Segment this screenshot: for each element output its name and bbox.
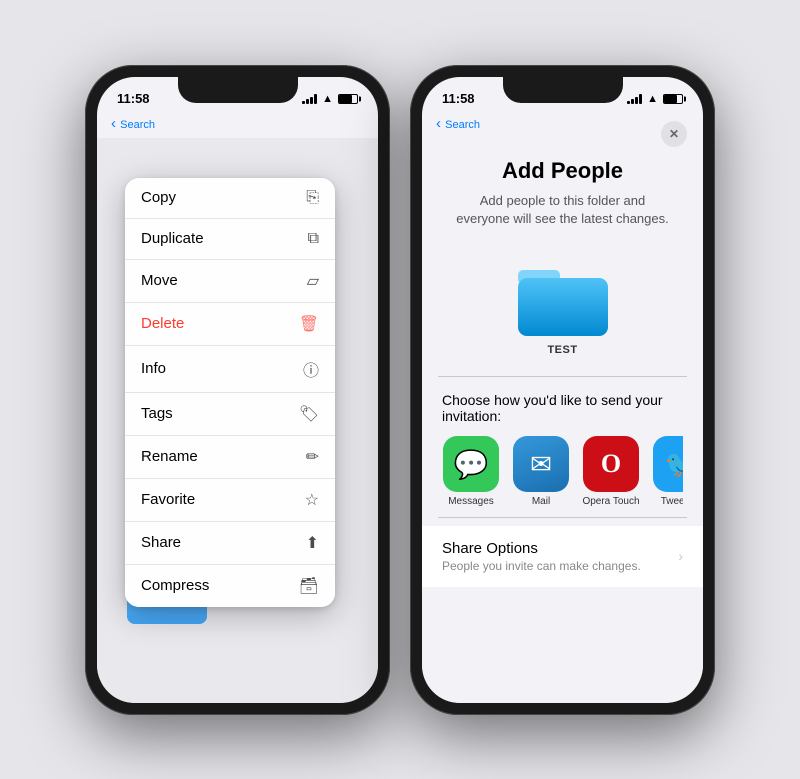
- share-prompt: Choose how you'd like to send your invit…: [442, 392, 683, 424]
- delete-icon: 🗑: [299, 314, 319, 334]
- menu-label-tags: Tags: [141, 405, 173, 422]
- signal-icon-left: [302, 94, 317, 104]
- opera-app-label: Opera Touch: [582, 496, 639, 507]
- favorite-icon: ☆: [305, 490, 319, 510]
- share-options-subtitle: People you invite can make changes.: [442, 559, 641, 573]
- menu-label-compress: Compress: [141, 577, 209, 594]
- nav-bar-left: Search: [97, 113, 378, 138]
- menu-label-delete: Delete: [141, 315, 184, 332]
- menu-item-move[interactable]: Move ▱: [125, 260, 335, 303]
- signal-icon-right: [627, 94, 642, 104]
- status-icons-left: ▲: [302, 93, 358, 105]
- menu-item-copy[interactable]: Copy ⎘: [125, 178, 335, 219]
- divider-2: [438, 517, 687, 518]
- add-people-title: Add People: [452, 158, 673, 184]
- copy-icon: ⎘: [306, 189, 319, 207]
- phones-container: 11:58 ▲ Search: [85, 65, 715, 715]
- status-time-right: 11:58: [442, 91, 475, 106]
- phone-left: 11:58 ▲ Search: [85, 65, 390, 715]
- share-app-messages[interactable]: 💬 Messages: [442, 436, 500, 507]
- duplicate-icon: ⧉: [308, 230, 319, 248]
- menu-label-rename: Rename: [141, 448, 198, 465]
- add-people-header: Add People Add people to this folder and…: [422, 138, 703, 244]
- wifi-icon-right: ▲: [647, 93, 658, 105]
- context-menu: Copy ⎘ Duplicate ⧉ Move ▱ Delete 🗑: [125, 178, 335, 607]
- notch-left: [178, 77, 298, 103]
- tweetbot-app-label: Tweetbot: [661, 496, 683, 507]
- mail-app-label: Mail: [532, 496, 550, 507]
- phone-right: 11:58 ▲ Search ✕: [410, 65, 715, 715]
- menu-item-favorite[interactable]: Favorite ☆: [125, 479, 335, 522]
- add-people-screen: Add People Add people to this folder and…: [422, 138, 703, 703]
- menu-label-duplicate: Duplicate: [141, 230, 204, 247]
- tags-icon: 🏷: [299, 404, 319, 424]
- menu-label-share: Share: [141, 534, 181, 551]
- left-screen-content: Copy ⎘ Duplicate ⧉ Move ▱ Delete 🗑: [97, 138, 378, 703]
- chevron-right-icon: ›: [678, 548, 683, 564]
- menu-item-compress[interactable]: Compress 🗃: [125, 565, 335, 607]
- menu-item-rename[interactable]: Rename ✏: [125, 436, 335, 479]
- opera-icon-glyph: O: [601, 449, 621, 479]
- menu-item-tags[interactable]: Tags 🏷: [125, 393, 335, 436]
- messages-app-icon: 💬: [443, 436, 499, 492]
- share-app-mail[interactable]: ✉ Mail: [512, 436, 570, 507]
- battery-icon-right: [663, 94, 683, 104]
- menu-item-duplicate[interactable]: Duplicate ⧉: [125, 219, 335, 260]
- nav-back-left[interactable]: Search: [111, 115, 155, 132]
- menu-item-info[interactable]: Info ⓘ: [125, 346, 335, 393]
- menu-label-info: Info: [141, 360, 166, 377]
- close-icon: ✕: [669, 127, 679, 141]
- nav-back-right[interactable]: Search: [436, 115, 480, 132]
- test-folder-icon: [518, 260, 608, 336]
- messages-icon-glyph: 💬: [454, 448, 489, 481]
- folder-display: TEST: [422, 244, 703, 376]
- move-icon: ▱: [307, 271, 319, 291]
- share-options-title: Share Options: [442, 540, 641, 557]
- add-people-subtitle: Add people to this folder and everyone w…: [452, 192, 673, 228]
- share-apps-list: 💬 Messages ✉ Mail O: [442, 436, 683, 507]
- rename-icon: ✏: [306, 447, 319, 467]
- menu-label-copy: Copy: [141, 189, 176, 206]
- tweetbot-icon-glyph: 🐦: [665, 449, 683, 480]
- share-options-row[interactable]: Share Options People you invite can make…: [422, 526, 703, 587]
- phone-left-screen: 11:58 ▲ Search: [97, 77, 378, 703]
- messages-app-label: Messages: [448, 496, 494, 507]
- mail-icon-glyph: ✉: [530, 449, 552, 480]
- status-icons-right: ▲: [627, 93, 683, 105]
- close-button[interactable]: ✕: [661, 121, 687, 147]
- share-options-left: Share Options People you invite can make…: [442, 540, 641, 573]
- phone-right-screen: 11:58 ▲ Search ✕: [422, 77, 703, 703]
- notch-right: [503, 77, 623, 103]
- menu-label-move: Move: [141, 272, 178, 289]
- share-app-tweetbot[interactable]: 🐦 Tweetbot: [652, 436, 683, 507]
- share-icon: ⬆: [306, 533, 319, 553]
- share-section: Choose how you'd like to send your invit…: [422, 376, 703, 517]
- menu-label-favorite: Favorite: [141, 491, 195, 508]
- info-icon: ⓘ: [303, 357, 319, 381]
- compress-icon: 🗃: [299, 576, 319, 596]
- share-app-opera[interactable]: O Opera Touch: [582, 436, 640, 507]
- menu-item-delete[interactable]: Delete 🗑: [125, 303, 335, 346]
- wifi-icon-left: ▲: [322, 93, 333, 105]
- tweetbot-app-icon: 🐦: [653, 436, 683, 492]
- menu-item-share[interactable]: Share ⬆: [125, 522, 335, 565]
- battery-icon-left: [338, 94, 358, 104]
- folder-name: TEST: [547, 344, 577, 356]
- mail-app-icon: ✉: [513, 436, 569, 492]
- opera-app-icon: O: [583, 436, 639, 492]
- status-time-left: 11:58: [117, 91, 150, 106]
